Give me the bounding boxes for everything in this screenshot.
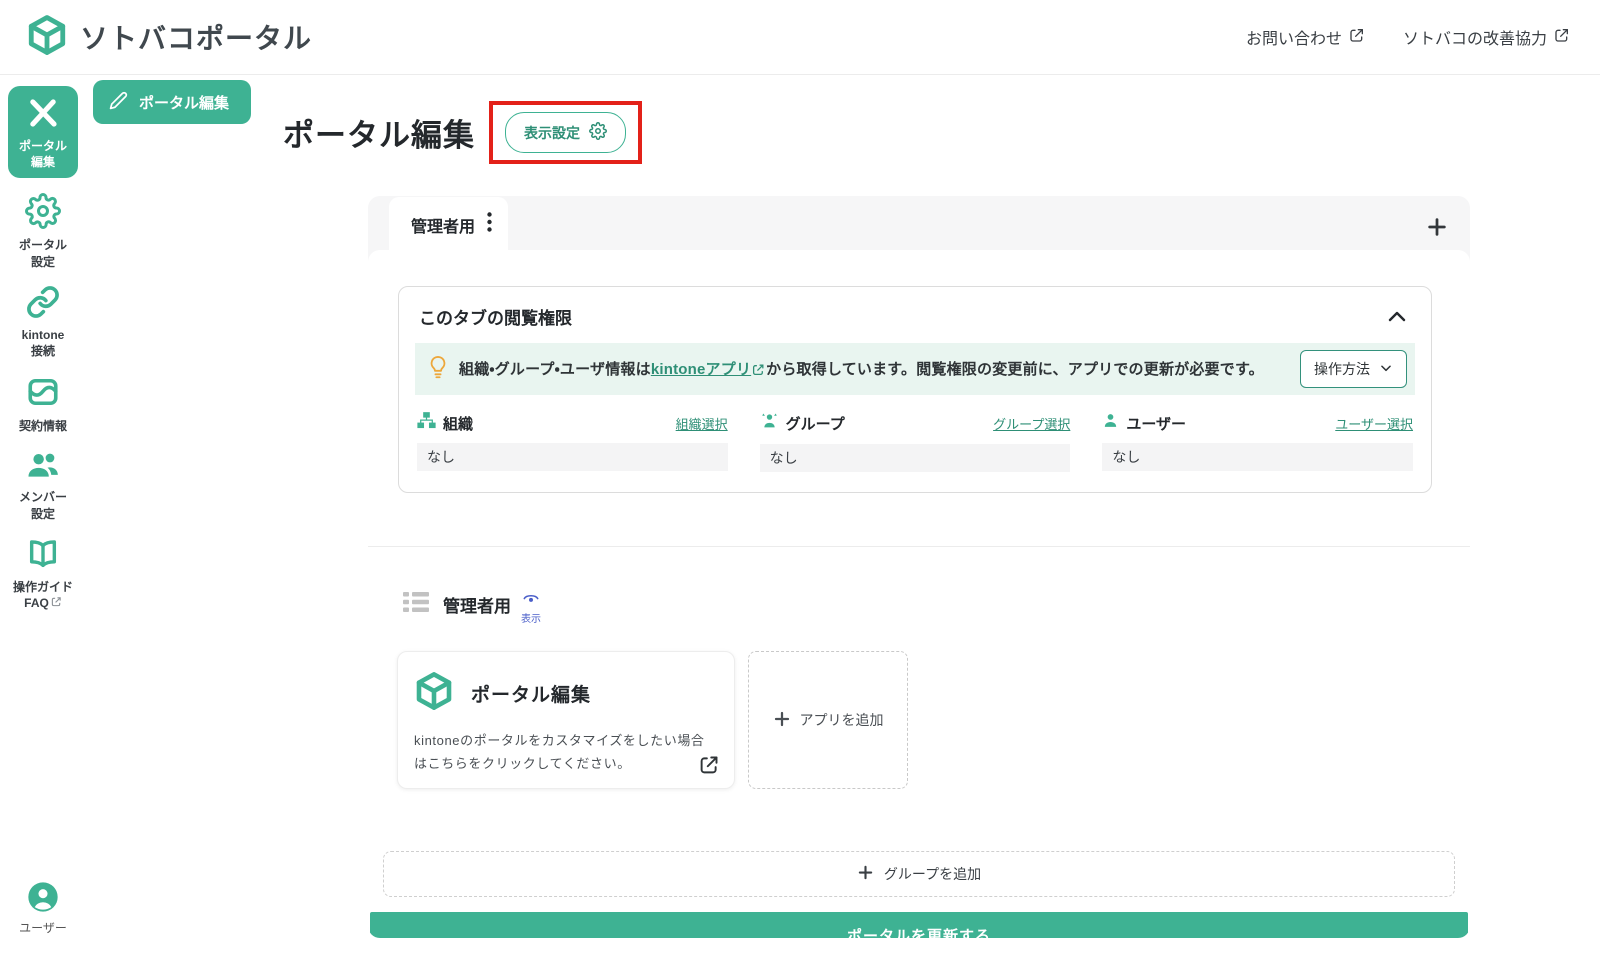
external-link-icon: [49, 596, 62, 610]
kebab-menu-icon[interactable]: [487, 212, 492, 237]
group-select-link[interactable]: グループ選択: [993, 414, 1070, 433]
permissions-notice-banner: 組織・グループ・ユーザ情報はkintoneアプリから取得しています。閲覧権限の変…: [415, 343, 1415, 395]
display-settings-button[interactable]: 表示設定: [505, 112, 626, 153]
eye-icon: [523, 591, 539, 609]
sidebar-item-contract-info[interactable]: 契約情報: [6, 374, 80, 434]
sidebar-item-label: 操作ガイド FAQ: [6, 579, 80, 611]
drag-handle-icon[interactable]: [403, 590, 429, 619]
sidebar-flyout-portal-edit[interactable]: ポータル編集: [93, 80, 251, 124]
main-content: ポータル編集 表示設定 管理者用: [86, 75, 1600, 958]
tab-permissions-card: このタブの閲覧権限 組織・グループ・ユーザ情報はkintoneアプリから取得して…: [398, 286, 1432, 493]
page-title: ポータル編集: [283, 110, 475, 155]
user-select-link[interactable]: ユーザー選択: [1335, 414, 1413, 433]
notice-text: 組織・グループ・ユーザ情報はkintoneアプリから取得しています。閲覧権限の変…: [459, 358, 1264, 380]
org-icon: [417, 412, 436, 434]
gear-icon: [589, 122, 607, 143]
sidebar-item-label: kintone接続: [6, 327, 80, 359]
tab-panel-container: 管理者用 このタブの閲覧権限: [368, 196, 1470, 938]
external-link-icon: [699, 754, 720, 775]
app-title: ソトバコポータル: [80, 17, 312, 57]
permission-col-user: ユーザー ユーザー選択 なし: [1102, 412, 1413, 472]
cube-logo-icon: [26, 14, 68, 61]
chevron-up-icon[interactable]: [1385, 305, 1409, 329]
add-tab-button[interactable]: [1426, 216, 1448, 238]
howto-dropdown-button[interactable]: 操作方法: [1300, 350, 1407, 388]
section-divider: [368, 546, 1470, 547]
group-value: なし: [760, 444, 1071, 472]
sidebar-item-guide-faq[interactable]: 操作ガイド FAQ: [6, 537, 80, 611]
visibility-toggle[interactable]: 表示: [521, 591, 541, 625]
external-link-icon: [1349, 27, 1365, 48]
permission-col-group: グループ グループ選択 なし: [760, 412, 1071, 472]
sidebar-item-label: ポータル編集: [10, 138, 76, 170]
inbox-icon: [6, 374, 80, 415]
org-value: なし: [417, 443, 728, 471]
contact-link[interactable]: お問い合わせ: [1246, 25, 1365, 49]
sidebar-user-label: ユーザー: [19, 920, 67, 936]
add-group-button[interactable]: グループを追加: [383, 851, 1455, 897]
tab-content-panel: このタブの閲覧権限 組織・グループ・ユーザ情報はkintoneアプリから取得して…: [368, 250, 1470, 938]
sidebar-item-user[interactable]: ユーザー: [19, 881, 67, 936]
app-card-description: kintoneのポータルをカスタマイズをしたい場合はこちらをクリックしてください…: [414, 730, 710, 776]
feedback-link[interactable]: ソトバコの改善協力: [1403, 25, 1570, 49]
sidebar-item-kintone-connect[interactable]: kintone接続: [6, 285, 80, 359]
app-logo: ソトバコポータル: [26, 14, 312, 61]
tab-admin[interactable]: 管理者用: [389, 197, 508, 250]
update-portal-button[interactable]: ポータルを更新する: [370, 912, 1468, 938]
external-link-icon: [752, 363, 765, 380]
pencil-icon: [109, 91, 128, 114]
user-icon: [1102, 412, 1119, 434]
add-app-button[interactable]: アプリを追加: [748, 651, 908, 789]
sidebar-item-label: 契約情報: [6, 418, 80, 434]
app-card-title: ポータル編集: [471, 680, 591, 707]
sidebar-item-portal-settings[interactable]: ポータル設定: [6, 193, 80, 269]
plus-icon: [857, 864, 874, 884]
group-name: 管理者用: [443, 592, 511, 617]
sidebar-item-label: ポータル設定: [6, 237, 80, 269]
user-value: なし: [1102, 443, 1413, 471]
edit-tools-icon: [10, 96, 76, 135]
sidebar-item-member-settings[interactable]: メンバー設定: [6, 449, 80, 521]
sidebar-item-portal-edit[interactable]: ポータル編集: [8, 86, 78, 178]
visibility-label: 表示: [521, 610, 541, 625]
tab-bar: 管理者用: [368, 196, 1470, 250]
permissions-title: このタブの閲覧権限: [419, 304, 572, 329]
external-link-icon: [1554, 27, 1570, 48]
sidebar: ポータル編集 ポータル設定 kintone接続 契約情報 メンバー設定: [0, 75, 86, 958]
people-icon: [6, 449, 80, 486]
gear-icon: [6, 193, 80, 234]
group-icon: [760, 412, 779, 435]
kintone-app-link[interactable]: kintoneアプリ: [651, 361, 751, 378]
app-card-portal-edit[interactable]: ポータル編集 kintoneのポータルをカスタマイズをしたい場合はこちらをクリッ…: [397, 651, 735, 789]
lightbulb-icon: [427, 354, 449, 385]
cube-logo-icon: [414, 671, 454, 716]
app-header: ソトバコポータル お問い合わせ ソトバコの改善協力: [0, 0, 1600, 75]
tab-label: 管理者用: [411, 213, 475, 237]
book-icon: [6, 537, 80, 576]
permission-col-org: 組織 組織選択 なし: [417, 412, 728, 472]
annotation-red-box: 表示設定: [489, 101, 642, 164]
user-avatar-icon: [27, 900, 59, 917]
flyout-label: ポータル編集: [139, 92, 229, 113]
org-select-link[interactable]: 組織選択: [676, 414, 728, 433]
chevron-down-icon: [1379, 361, 1393, 378]
plus-icon: [773, 710, 791, 731]
sidebar-item-label: メンバー設定: [6, 489, 80, 521]
link-icon: [6, 285, 80, 324]
